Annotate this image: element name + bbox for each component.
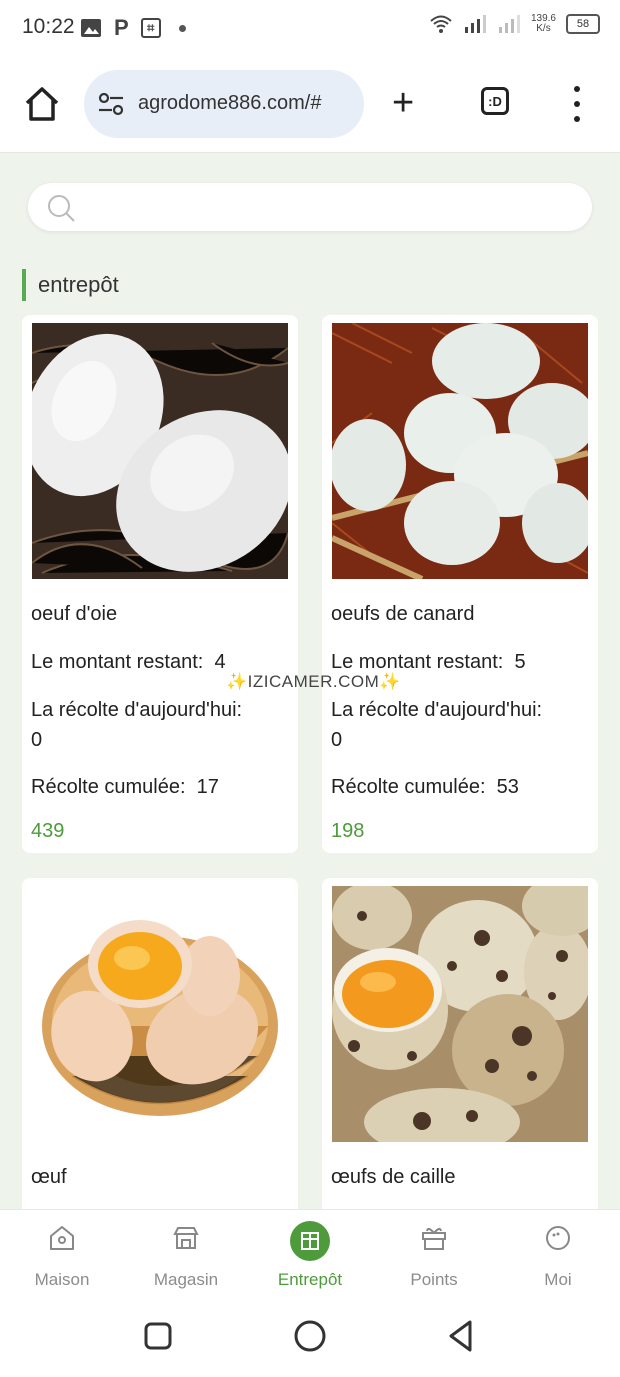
nav-label: Points xyxy=(410,1270,458,1289)
nav-item-points[interactable]: Points xyxy=(372,1210,496,1296)
system-navigation xyxy=(0,1295,620,1377)
tab-switcher-button[interactable]: :D xyxy=(481,87,509,115)
notification-icons: P ⌗ xyxy=(80,15,186,41)
remaining-amount: Le montant restant: 5 xyxy=(331,651,526,674)
cumulative-harvest: Récolte cumulée: 17 xyxy=(31,776,219,799)
today-harvest-value: 0 xyxy=(31,729,43,751)
wifi-icon xyxy=(430,15,452,33)
recents-button[interactable] xyxy=(144,1322,172,1350)
system-status: 139.6 K/s 58 xyxy=(429,14,600,34)
remaining-value: 5 xyxy=(514,651,526,673)
today-harvest-value: 0 xyxy=(331,729,343,751)
shop-icon xyxy=(173,1227,199,1249)
parking-app-icon: P xyxy=(114,15,129,40)
nav-label: Entrepôt xyxy=(277,1270,343,1289)
signal-icon xyxy=(464,15,486,33)
product-card[interactable]: oeufs de canard Le montant restant: 5 La… xyxy=(322,315,598,853)
cumulative-value: 17 xyxy=(196,776,219,798)
calendar-app-icon: ⌗ xyxy=(140,18,161,38)
home-nav-button[interactable] xyxy=(293,1319,327,1353)
nav-item-magasin[interactable]: Magasin xyxy=(124,1210,248,1296)
product-name: œufs de caille xyxy=(331,1166,456,1188)
battery-icon: 58 xyxy=(566,14,600,34)
address-bar[interactable]: agrodome886.com/# xyxy=(84,70,364,138)
section-title: entrepôt xyxy=(22,269,119,301)
remaining-label: Le montant restant: xyxy=(31,651,204,673)
product-price: 198 xyxy=(331,820,365,842)
network-speed: 139.6 K/s xyxy=(531,14,556,34)
bottom-navigation: Maison Magasin Entrepôt Points Moi xyxy=(0,1209,620,1296)
chicken-eggs-image xyxy=(32,886,288,1142)
nav-item-maison[interactable]: Maison xyxy=(0,1210,124,1296)
browser-menu-button[interactable] xyxy=(570,86,584,122)
signal-2-icon xyxy=(498,15,520,33)
today-harvest-label: La récolte d'aujourd'hui: xyxy=(31,699,243,721)
product-card[interactable]: œuf xyxy=(22,878,298,1209)
status-time: 10:22 xyxy=(22,15,75,38)
home-button[interactable] xyxy=(22,84,62,124)
back-button[interactable] xyxy=(446,1319,476,1353)
cumulative-label: Récolte cumulée: xyxy=(31,776,186,798)
product-card[interactable]: œufs de caille xyxy=(322,878,598,1209)
search-box[interactable] xyxy=(28,183,592,231)
nav-item-entrepot[interactable]: Entrepôt xyxy=(248,1210,372,1296)
house-icon xyxy=(50,1226,74,1250)
more-notifications-icon xyxy=(178,24,186,32)
new-tab-button[interactable]: + xyxy=(392,84,414,122)
search-icon xyxy=(48,195,75,222)
cumulative-label: Récolte cumulée: xyxy=(331,776,486,798)
site-settings-icon[interactable] xyxy=(98,92,124,116)
profile-icon xyxy=(546,1226,570,1250)
nav-label: Moi xyxy=(544,1270,572,1289)
watermark: ✨IZICAMER.COM✨ xyxy=(226,672,401,691)
remaining-value: 4 xyxy=(214,651,226,673)
today-harvest-label: La récolte d'aujourd'hui: xyxy=(331,699,543,721)
gallery-icon xyxy=(81,19,101,37)
status-bar: 10:22 P ⌗ 139.6 K/s 58 xyxy=(0,0,620,56)
product-price: 439 xyxy=(31,820,65,842)
product-name: oeufs de canard xyxy=(331,603,475,625)
cumulative-value: 53 xyxy=(496,776,519,798)
cumulative-harvest: Récolte cumulée: 53 xyxy=(331,776,519,799)
url-text[interactable]: agrodome886.com/# xyxy=(138,92,356,115)
network-speed-unit: K/s xyxy=(536,23,551,34)
nav-item-moi[interactable]: Moi xyxy=(496,1210,620,1296)
remaining-amount: Le montant restant: 4 xyxy=(31,651,226,674)
product-name: œuf xyxy=(31,1166,67,1188)
goose-egg-image xyxy=(32,323,288,579)
duck-eggs-image xyxy=(332,323,588,579)
quail-eggs-image xyxy=(332,886,588,1142)
nav-label: Maison xyxy=(34,1270,90,1289)
product-name: oeuf d'oie xyxy=(31,603,118,625)
browser-toolbar: agrodome886.com/# + :D xyxy=(0,56,620,153)
remaining-label: Le montant restant: xyxy=(331,651,504,673)
warehouse-icon xyxy=(301,1232,319,1250)
nav-label: Magasin xyxy=(153,1270,219,1289)
product-card[interactable]: oeuf d'oie Le montant restant: 4 La réco… xyxy=(22,315,298,853)
gift-icon xyxy=(422,1227,446,1250)
